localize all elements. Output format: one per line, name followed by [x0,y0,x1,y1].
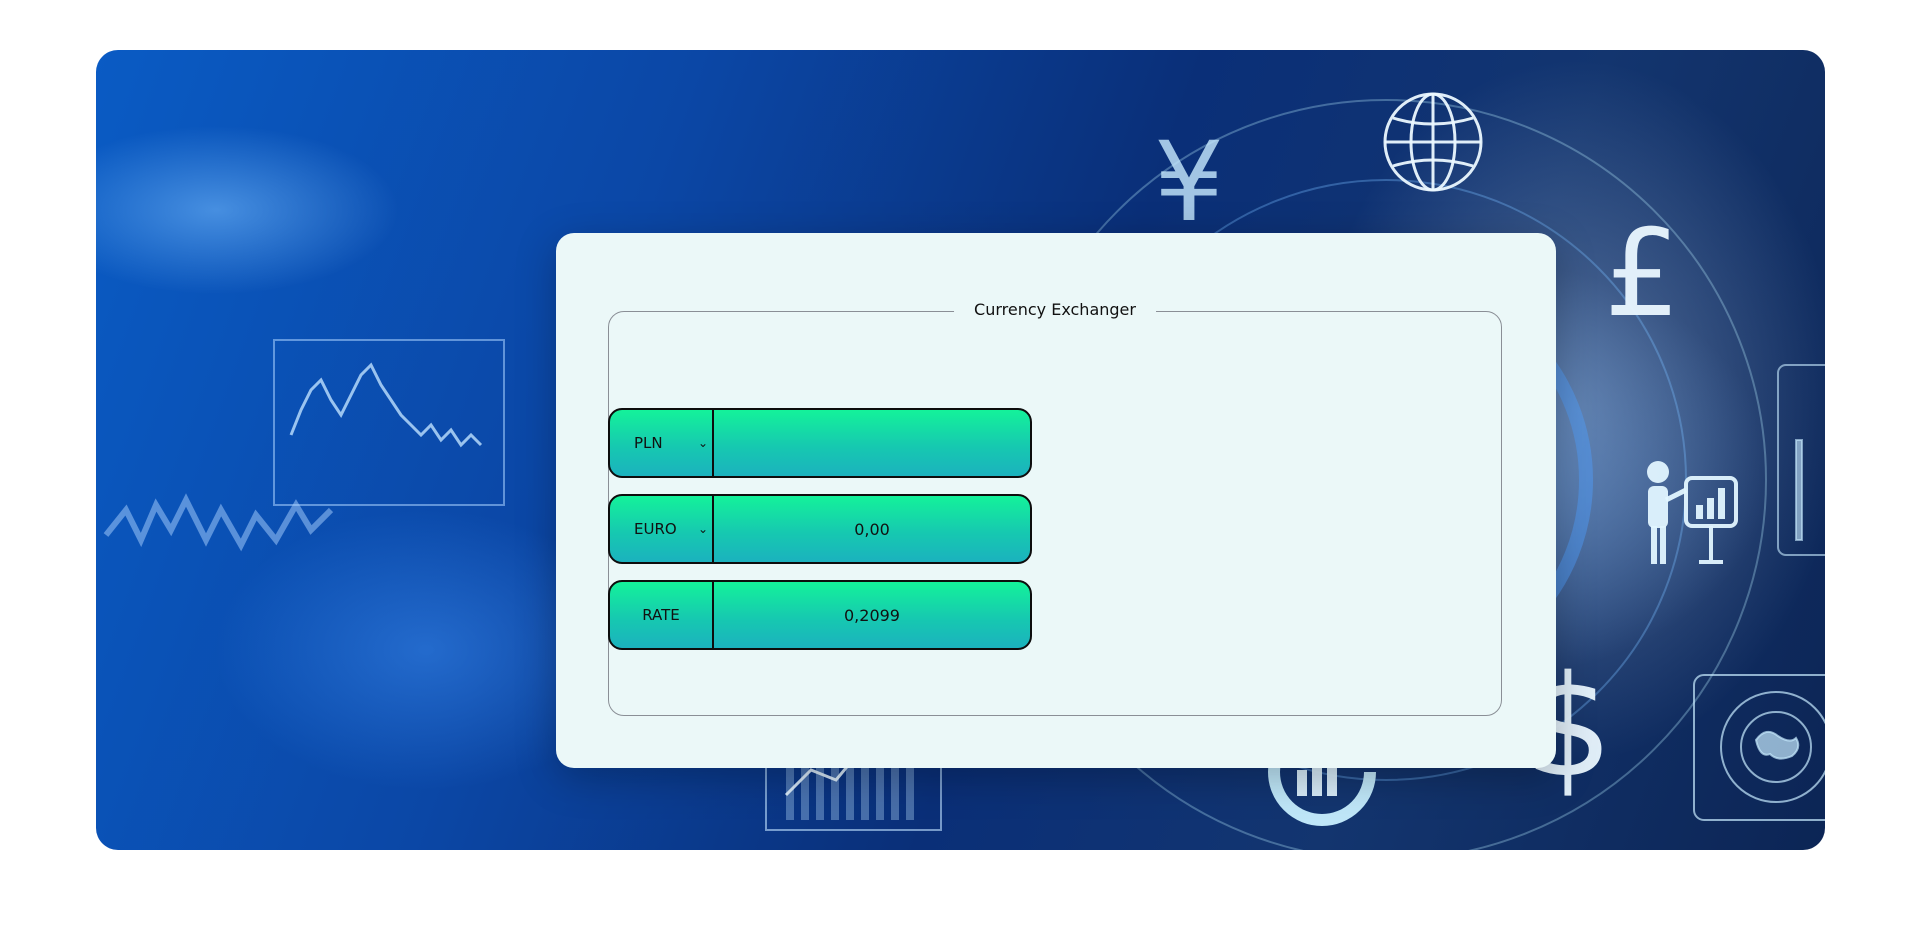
chevron-down-icon: ⌄ [697,436,708,450]
world-map-icon [1693,674,1825,821]
wave-line-icon [103,493,334,552]
to-amount-output: 0,00 [854,519,890,539]
candlestick-chart-icon [273,339,505,506]
globe-icon [1383,92,1483,192]
to-currency-label: EURO [634,520,677,538]
rate-row: RATE 0,2099 [608,580,1032,650]
converter-legend: Currency Exchanger [954,300,1156,319]
from-currency-label: PLN [634,434,663,452]
from-row: PLN ⌄ [608,408,1032,478]
yen-icon: ¥ [1154,118,1224,246]
rate-label: RATE [610,582,714,648]
rate-value: 0,2099 [844,605,900,625]
from-amount-input[interactable] [714,410,1030,476]
presenter-chart-icon [1647,461,1738,564]
chevron-down-icon: ⌄ [697,522,708,536]
hero-background: ¥ £ $ Currency Exchanger PLN ⌄ EURO ⌄ 0,… [96,50,1825,850]
to-row: EURO ⌄ 0,00 [608,494,1032,564]
converter-card: Currency Exchanger PLN ⌄ EURO ⌄ 0,00 RAT… [556,233,1556,768]
to-currency-select[interactable]: EURO ⌄ [610,496,714,562]
from-currency-select[interactable]: PLN ⌄ [610,410,714,476]
pound-icon: £ [1604,205,1680,344]
side-chart-icon [1777,364,1825,556]
